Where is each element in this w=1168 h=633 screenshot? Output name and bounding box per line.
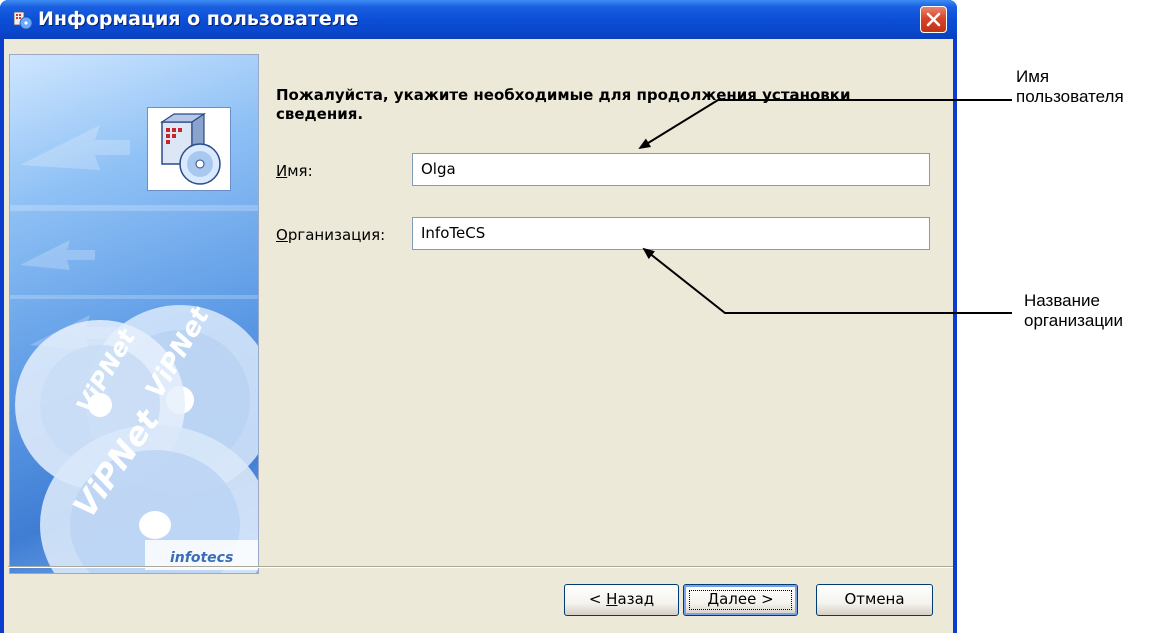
organization-label: Организация: — [276, 226, 386, 244]
user-name-callout-line2: пользователя — [1016, 87, 1124, 106]
cancel-button[interactable]: Отмена — [816, 584, 933, 616]
setup-box-disc-icon — [147, 107, 231, 191]
installer-app-icon — [13, 10, 33, 30]
organization-callout-line1: Название — [1024, 291, 1100, 310]
focus-ring — [689, 590, 792, 610]
user-name-field[interactable]: Olga — [412, 153, 930, 186]
organization-callout: Название организации — [1024, 291, 1123, 331]
side-banner: ViPNet ViPNet ViPNet infotecs — [9, 54, 259, 574]
infotecs-logo: infotecs — [170, 550, 234, 566]
title-bar[interactable]: Информация о пользователе — [0, 0, 957, 39]
close-icon — [926, 12, 941, 27]
installer-window: Информация о пользователе ViPNet ViPNet … — [0, 0, 957, 633]
separator-highlight — [8, 567, 953, 568]
window-title: Информация о пользователе — [38, 8, 359, 30]
back-button[interactable]: < Назад — [564, 584, 679, 616]
dialog-body: ViPNet ViPNet ViPNet infotecs Пожалуйста… — [4, 39, 953, 633]
user-name-callout-line1: Имя — [1016, 67, 1050, 86]
user-name-callout: Имя пользователя — [1016, 67, 1124, 107]
instruction-text: Пожалуйста, укажите необходимые для прод… — [276, 86, 851, 123]
next-button[interactable]: Далее > — [683, 584, 798, 616]
organization-callout-line2: организации — [1024, 311, 1124, 330]
name-label: Имя: — [276, 162, 313, 180]
close-button[interactable] — [920, 6, 947, 33]
organization-field[interactable]: InfoTeCS — [412, 217, 930, 250]
